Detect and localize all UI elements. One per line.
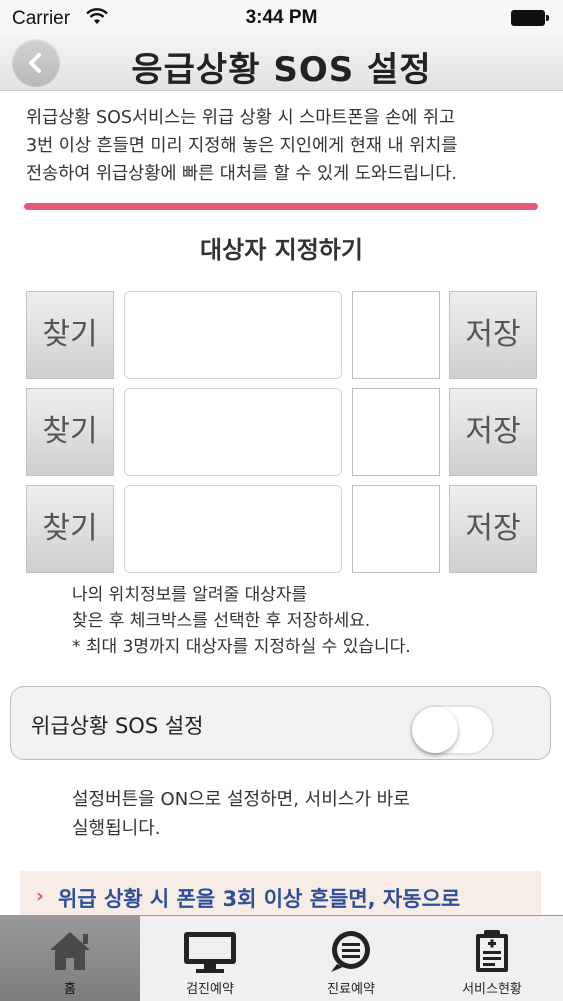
- tab-bar: 홈 검진예약 진료예약 서비스현황: [0, 915, 563, 1001]
- target-checkbox[interactable]: [352, 485, 440, 573]
- target-row: 찾기 저장: [26, 388, 537, 476]
- guide-line: 찾은 후 체크박스를 선택한 후 저장하세요.: [72, 611, 371, 631]
- find-button[interactable]: 찾기: [26, 388, 114, 476]
- target-guide-text: 나의 위치정보를 알려줄 대상자를 찾은 후 체크박스를 선택한 후 저장하세요…: [72, 582, 512, 660]
- tab-checkup-reservation[interactable]: 검진예약: [140, 916, 280, 1001]
- target-checkbox[interactable]: [352, 291, 440, 379]
- sos-toggle-switch[interactable]: [410, 705, 494, 755]
- clock: 3:44 PM: [245, 7, 318, 28]
- sos-setting-label: 위급상황 SOS 설정: [31, 714, 204, 738]
- tab-label: 검진예약: [186, 982, 234, 997]
- save-button[interactable]: 저장: [449, 485, 537, 573]
- home-icon: [0, 928, 140, 974]
- target-checkbox[interactable]: [352, 388, 440, 476]
- battery-icon: [511, 10, 549, 26]
- toggle-knob: [412, 707, 458, 753]
- chevron-right-icon: ›: [36, 885, 44, 907]
- intro-line: 3번 이상 흔들면 미리 지정해 놓은 지인에게 현재 내 위치를: [26, 136, 458, 156]
- tab-label: 진료예약: [327, 982, 375, 997]
- tab-treatment-reservation[interactable]: 진료예약: [281, 916, 421, 1001]
- intro-line: 전송하여 위급상황에 빠른 대처를 할 수 있게 도와드립니다.: [26, 164, 457, 184]
- clipboard-icon: [422, 928, 562, 974]
- target-name-field[interactable]: [124, 485, 342, 573]
- save-button[interactable]: 저장: [449, 291, 537, 379]
- page-title: 응급상황 SOS 설정: [131, 50, 432, 90]
- tab-label: 홈: [64, 982, 76, 997]
- tab-home[interactable]: 홈: [0, 916, 140, 1001]
- notice-text: 위급 상황 시 폰을 3회 이상 흔들면, 자동으로: [58, 887, 461, 911]
- navigation-bar: 응급상황 SOS 설정: [0, 36, 563, 91]
- monitor-icon: [140, 928, 280, 974]
- sos-description: 설정버튼을 ON으로 설정하면, 서비스가 바로 실행됩니다.: [72, 785, 512, 843]
- notice-banner: › 위급 상황 시 폰을 3회 이상 흔들면, 자동으로: [20, 871, 541, 921]
- intro-text: 위급상황 SOS서비스는 위급 상황 시 스마트폰을 손에 쥐고 3번 이상 흔…: [26, 104, 540, 188]
- sos-setting-panel: 위급상황 SOS 설정: [10, 686, 551, 760]
- target-row: 찾기 저장: [26, 291, 537, 379]
- guide-line: 나의 위치정보를 알려줄 대상자를: [72, 585, 308, 605]
- chat-bubble-icon: [281, 928, 421, 974]
- find-button[interactable]: 찾기: [26, 485, 114, 573]
- target-name-field[interactable]: [124, 388, 342, 476]
- intro-line: 위급상황 SOS서비스는 위급 상황 시 스마트폰을 손에 쥐고: [26, 108, 456, 128]
- target-name-field[interactable]: [124, 291, 342, 379]
- section-title: 대상자 지정하기: [200, 236, 363, 264]
- save-button[interactable]: 저장: [449, 388, 537, 476]
- description-line: 실행됩니다.: [72, 818, 161, 839]
- divider-bar: [24, 203, 538, 210]
- tab-service-status[interactable]: 서비스현황: [422, 916, 562, 1001]
- target-row: 찾기 저장: [26, 485, 537, 573]
- status-bar: Carrier 3:44 PM: [0, 0, 563, 36]
- find-button[interactable]: 찾기: [26, 291, 114, 379]
- guide-line: * 최대 3명까지 대상자를 지정하실 수 있습니다.: [72, 637, 411, 657]
- description-line: 설정버튼을 ON으로 설정하면, 서비스가 바로: [72, 789, 410, 810]
- tab-label: 서비스현황: [462, 982, 522, 997]
